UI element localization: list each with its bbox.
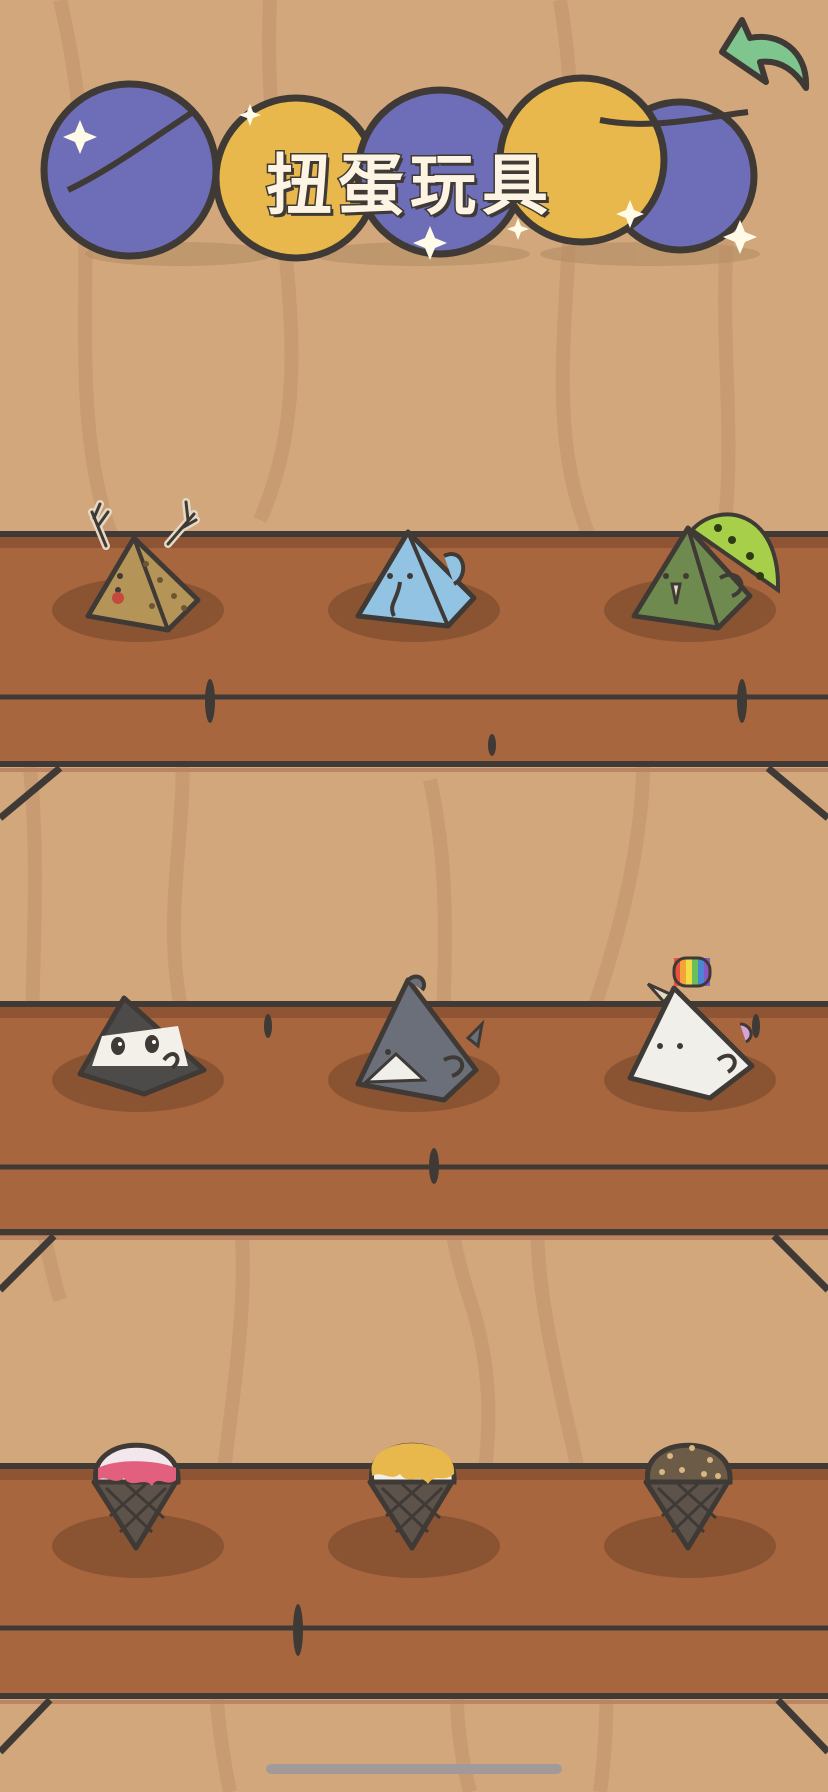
toy-slot-unicorn[interactable] [600,950,780,1120]
home-indicator[interactable] [266,1764,562,1774]
elephant-toy-icon [328,529,500,642]
toy-slot-panda[interactable] [48,950,228,1120]
toy-slot-peacock[interactable] [600,480,780,650]
toy-slot-strawberry-ice-cream[interactable] [48,1414,228,1584]
shark-toy-icon [328,974,500,1112]
strawberry-ice-cream-icon [52,1442,224,1578]
deer-toy-icon [52,498,224,642]
toy-slot-shark[interactable] [324,950,504,1120]
back-arrow-icon [719,17,810,91]
panda-toy-icon [52,995,224,1112]
unicorn-toy-icon [604,956,776,1112]
toy-slot-deer[interactable] [48,480,228,650]
mango-ice-cream-icon [328,1442,500,1578]
back-button[interactable] [708,10,818,100]
toy-slot-chocolate-ice-cream[interactable] [600,1414,780,1584]
toy-slot-mango-ice-cream[interactable] [324,1414,504,1584]
chocolate-ice-cream-icon [604,1442,776,1578]
peacock-toy-icon [604,512,780,642]
page-title: 扭蛋玩具 [265,146,554,226]
toy-slot-elephant[interactable] [324,480,504,650]
